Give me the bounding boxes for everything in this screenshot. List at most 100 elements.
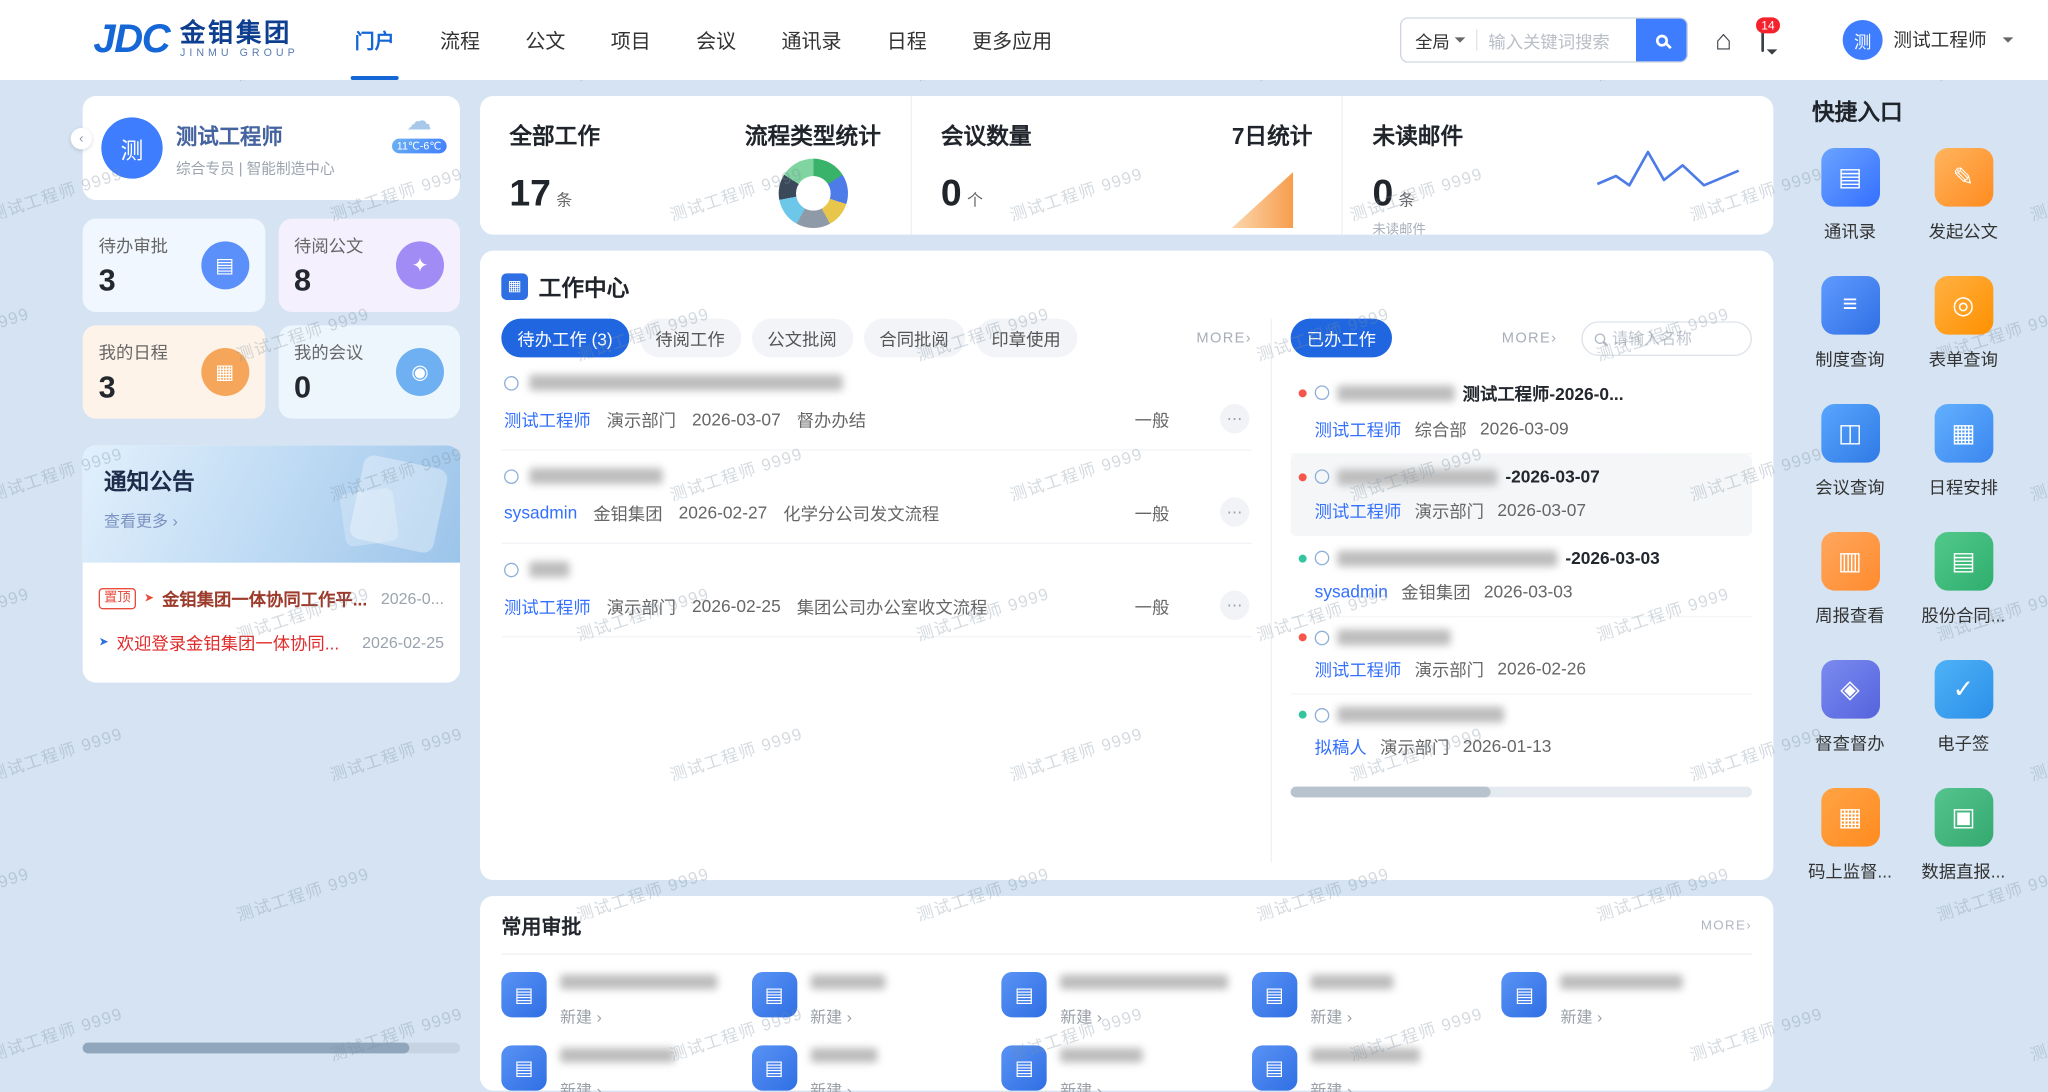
new-link[interactable]: 新建 › [1060, 1005, 1228, 1028]
todo-more-link[interactable]: MORE› [1196, 330, 1252, 346]
tab-to-read[interactable]: 待阅工作 [639, 319, 740, 358]
quick-entry-meeting-search[interactable]: ◫ 会议查询 [1798, 404, 1902, 499]
more-actions-icon[interactable] [1220, 497, 1249, 526]
status-dot-icon [1299, 473, 1307, 481]
more-actions-icon[interactable] [1220, 404, 1249, 433]
stat-card-unread-docs[interactable]: 待阅公文 8 ✦ [278, 219, 460, 312]
nav-item-meeting[interactable]: 会议 [696, 0, 736, 80]
calendar-icon: ▦ [1934, 404, 1993, 463]
notice-item[interactable]: 置顶 ➤ 金钼集团一体协同工作平... 2026-0... [99, 576, 444, 620]
done-item[interactable]: -2026-03-03 sysadmin 金钼集团 2026-03-03 [1291, 536, 1752, 617]
logo[interactable]: JDC 金钼集团 JINMU GROUP [93, 17, 298, 62]
nav-item-contacts[interactable]: 通讯录 [781, 0, 841, 80]
notice-item[interactable]: ➤ 欢迎登录金钼集团一体协同... 2026-02-25 [99, 620, 444, 664]
quick-entry-supervision[interactable]: ◈ 督查督办 [1798, 660, 1902, 755]
done-item[interactable]: 拟稿人 演示部门 2026-01-13 [1291, 695, 1752, 771]
approval-shortcut[interactable]: ▤ 新建 › [501, 972, 751, 1028]
quick-entry-form-search[interactable]: ◎ 表单查询 [1911, 276, 2015, 371]
new-link[interactable]: 新建 › [1560, 1005, 1683, 1028]
quick-entry-policy-search[interactable]: ≡ 制度查询 [1798, 276, 1902, 371]
quick-entry-esign[interactable]: ✓ 电子签 [1911, 660, 2015, 755]
stat-card-my-meetings[interactable]: 我的会议 0 ◉ [278, 325, 460, 418]
approvals-more-link[interactable]: MORE› [1701, 919, 1752, 934]
todo-item[interactable]: 测试工程师 演示部门 2026-03-07 督办办结 一般 [501, 357, 1252, 450]
search-input[interactable]: 输入关键词搜索 [1488, 27, 1636, 52]
new-link[interactable]: 新建 › [810, 1005, 885, 1028]
quick-entry-share-contract[interactable]: ▤ 股份合同... [1911, 532, 2015, 627]
quick-entry-label: 制度查询 [1798, 345, 1902, 370]
quick-entry-contacts[interactable]: ▤ 通讯录 [1798, 148, 1902, 243]
left-scrollbar-thumb[interactable] [83, 1043, 410, 1054]
more-actions-icon[interactable] [1220, 591, 1249, 620]
new-link[interactable]: 新建 › [1060, 1079, 1143, 1092]
quick-entry-weekly-report[interactable]: ▥ 周报查看 [1798, 532, 1902, 627]
nav-item-schedule[interactable]: 日程 [887, 0, 927, 80]
profile-info: 测试工程师 综合专员 | 智能制造中心 [176, 118, 335, 178]
done-item[interactable]: 测试工程师-2026-0... 测试工程师 综合部 2026-03-09 [1291, 368, 1752, 455]
approval-shortcut[interactable]: ▤ 新建 › [1252, 1045, 1502, 1092]
quick-entry-qr-supervision[interactable]: ▦ 码上监督... [1798, 788, 1902, 883]
nav-item-project[interactable]: 项目 [611, 0, 651, 80]
search-button[interactable] [1636, 17, 1687, 62]
done-user-link[interactable]: 拟稿人 [1315, 733, 1367, 758]
quick-entry-label: 股份合同... [1911, 601, 2015, 626]
home-icon[interactable]: ⌂ [1715, 26, 1732, 54]
done-user-link[interactable]: 测试工程师 [1315, 656, 1402, 681]
status-dot-icon [1299, 711, 1307, 719]
stat-card-my-schedule[interactable]: 我的日程 3 ▦ [83, 325, 265, 418]
todo-item[interactable]: sysadmin 金钼集团 2026-02-27 化学分公司发文流程 一般 [501, 451, 1252, 544]
quick-entry-schedule[interactable]: ▦ 日程安排 [1911, 404, 2015, 499]
done-more-link[interactable]: MORE› [1502, 330, 1558, 346]
quick-entry-create-doc[interactable]: ✎ 发起公文 [1911, 148, 2015, 243]
approval-shortcut[interactable]: ▤ 新建 › [1502, 972, 1752, 1028]
tab-done[interactable]: 已办工作 [1291, 319, 1392, 358]
done-search-input[interactable]: 请输入名称 [1581, 321, 1752, 356]
tab-doc-review[interactable]: 公文批阅 [751, 319, 852, 358]
done-item[interactable]: 测试工程师 演示部门 2026-02-26 [1291, 617, 1752, 694]
left-scrollbar-track[interactable] [83, 1043, 460, 1054]
global-search[interactable]: 全局 输入关键词搜索 [1400, 17, 1688, 62]
user-menu[interactable]: 测 测试工程师 [1843, 20, 2014, 60]
new-link[interactable]: 新建 › [810, 1079, 877, 1092]
todo-user-link[interactable]: 测试工程师 [504, 406, 591, 431]
new-link[interactable]: 新建 › [1310, 1079, 1419, 1092]
overview-unit: 条 [1399, 191, 1415, 210]
approval-shortcut[interactable]: ▤ 新建 › [1002, 1045, 1252, 1092]
approval-shortcut[interactable]: ▤ 新建 › [751, 972, 1001, 1028]
stat-cards: 待办审批 3 ▤ 待阅公文 8 ✦ 我的日程 3 ▦ 我的会议 0 ◉ [83, 219, 460, 419]
notice-more-link[interactable]: 查看更多 › [104, 509, 178, 532]
done-scrollbar-thumb[interactable] [1291, 787, 1491, 798]
todo-user-link[interactable]: 测试工程师 [504, 593, 591, 618]
done-scrollbar-track[interactable] [1291, 787, 1752, 798]
todo-user-link[interactable]: sysadmin [504, 502, 577, 522]
new-link[interactable]: 新建 › [560, 1079, 675, 1092]
sidebar-collapse-button[interactable]: ‹ [71, 128, 92, 149]
done-user-link[interactable]: 测试工程师 [1315, 416, 1402, 441]
new-link[interactable]: 新建 › [560, 1005, 717, 1028]
search-scope-select[interactable]: 全局 [1402, 27, 1450, 52]
tab-contract-review[interactable]: 合同批阅 [863, 319, 964, 358]
messages-button[interactable]: 14 [1761, 28, 1764, 52]
document-icon: ▤ [1002, 972, 1047, 1017]
todo-flow: 集团公司办公室收文流程 [797, 593, 988, 618]
approval-shortcut[interactable]: ▤ 新建 › [1002, 972, 1252, 1028]
new-link[interactable]: 新建 › [1310, 1005, 1393, 1028]
stat-card-pending-approval[interactable]: 待办审批 3 ▤ [83, 219, 265, 312]
nav-item-process[interactable]: 流程 [440, 0, 480, 80]
done-item[interactable]: -2026-03-07 测试工程师 演示部门 2026-03-07 [1291, 455, 1752, 536]
done-user-link[interactable]: sysadmin [1315, 581, 1388, 601]
quick-entry-data-report[interactable]: ▣ 数据直报... [1911, 788, 2015, 883]
todo-tabs: 待办工作 (3) 待阅工作 公文批阅 合同批阅 印章使用 MORE› [501, 319, 1252, 358]
done-user-link[interactable]: 测试工程师 [1315, 497, 1402, 522]
tab-todo[interactable]: 待办工作 (3) [501, 319, 628, 358]
nav-item-portal[interactable]: 门户 [355, 0, 395, 80]
approval-shortcut[interactable]: ▤ 新建 › [501, 1045, 751, 1092]
document-icon: ▤ [1252, 1045, 1297, 1090]
tab-seal-use[interactable]: 印章使用 [975, 319, 1076, 358]
approval-shortcut[interactable]: ▤ 新建 › [1252, 972, 1502, 1028]
apps-grid-button[interactable] [1793, 30, 1813, 50]
nav-item-more-apps[interactable]: 更多应用 [972, 0, 1052, 80]
approval-shortcut[interactable]: ▤ 新建 › [751, 1045, 1001, 1092]
nav-item-document[interactable]: 公文 [525, 0, 565, 80]
todo-item[interactable]: 测试工程师 演示部门 2026-02-25 集团公司办公室收文流程 一般 [501, 544, 1252, 637]
